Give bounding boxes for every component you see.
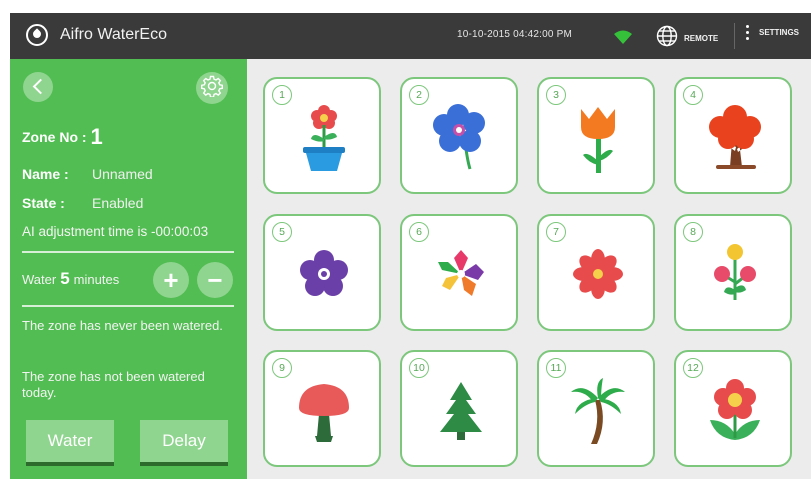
zone-tile-3[interactable]: 3	[537, 77, 655, 194]
zone-tile-4[interactable]: 4	[674, 77, 792, 194]
never-watered-message: The zone has never been watered.	[22, 318, 223, 333]
zone-settings-button[interactable]	[196, 72, 228, 104]
water-minutes-value: 5	[60, 269, 70, 288]
zone-tile-11[interactable]: 11	[537, 350, 655, 467]
zone-tile-10[interactable]: 10	[400, 350, 518, 467]
not-watered-today-message: The zone has not been watered today.	[22, 369, 205, 400]
water-button[interactable]: Water	[26, 420, 114, 466]
zone-tile-2[interactable]: 2	[400, 77, 518, 194]
tulip-icon	[581, 107, 615, 173]
wifi-icon	[614, 30, 632, 49]
datetime: 10-10-2015 04:42:00 PM	[457, 29, 573, 40]
purple-flower-icon	[300, 250, 348, 296]
delay-button[interactable]: Delay	[140, 420, 228, 466]
potted-flower-icon	[303, 105, 345, 171]
zone-tile-5[interactable]: 5	[263, 214, 381, 331]
zone-number-badge: 9	[272, 358, 292, 378]
zone-number-badge: 2	[409, 85, 429, 105]
red-flower-icon	[710, 379, 760, 440]
more-vertical-icon	[746, 25, 749, 40]
zone-tile-7[interactable]: 7	[537, 214, 655, 331]
header-divider	[734, 23, 735, 49]
water-drop-logo-icon	[26, 24, 48, 46]
remote-label: REMOTE	[684, 34, 719, 43]
gear-icon	[201, 75, 223, 102]
zone-number-badge: 8	[683, 222, 703, 242]
state-value: Enabled	[92, 195, 144, 211]
name-label: Name :	[22, 166, 69, 182]
water-duration: Water 5 minutes	[22, 269, 119, 289]
zone-number-badge: 6	[409, 222, 429, 242]
remote-button[interactable]: REMOTE	[656, 25, 718, 52]
zone-tile-8[interactable]: 8	[674, 214, 792, 331]
settings-button[interactable]: SETTINGS	[746, 25, 799, 40]
autumn-tree-icon	[709, 105, 761, 169]
zone-number-badge: 11	[546, 358, 566, 378]
globe-icon	[656, 25, 678, 52]
zone-number-badge: 12	[683, 358, 703, 378]
top-bar: Aifro WaterEco 10-10-2015 04:42:00 PM RE…	[10, 13, 811, 59]
palm-tree-icon	[571, 378, 625, 444]
star-flower-icon	[438, 250, 484, 296]
brand: Aifro WaterEco	[26, 24, 167, 46]
app-name: Aifro WaterEco	[60, 26, 167, 43]
zone-number-row: Zone No :1	[22, 124, 103, 150]
zone-number-badge: 5	[272, 222, 292, 242]
state-row: State : Enabled	[22, 195, 143, 211]
zone-number-badge: 10	[409, 358, 429, 378]
app-frame: Aifro WaterEco 10-10-2015 04:42:00 PM RE…	[10, 13, 811, 479]
ai-adjustment-text: AI adjustment time is -00:00:03	[22, 224, 209, 239]
water-prefix: Water	[22, 272, 57, 287]
settings-label: SETTINGS	[759, 28, 800, 37]
zone-number: 1	[90, 124, 103, 149]
zone-tile-1[interactable]: 1	[263, 77, 381, 194]
divider	[22, 305, 234, 307]
increase-minutes-button[interactable]: +	[153, 262, 189, 298]
pine-tree-icon	[440, 382, 482, 440]
zone-number-badge: 7	[546, 222, 566, 242]
bud-flowers-icon	[714, 244, 756, 300]
zone-number-badge: 3	[546, 85, 566, 105]
zone-tile-12[interactable]: 12	[674, 350, 792, 467]
name-row: Name : Unnamed	[22, 166, 153, 182]
zone-detail-panel: Zone No :1 Name : Unnamed State : Enabled …	[10, 59, 247, 479]
back-button[interactable]	[23, 72, 53, 102]
zone-number-badge: 1	[272, 85, 292, 105]
mushroom-tree-icon	[299, 384, 349, 442]
zone-number-badge: 4	[683, 85, 703, 105]
zone-tile-6[interactable]: 6	[400, 214, 518, 331]
zone-label: Zone No :	[22, 129, 87, 145]
blue-flower-icon	[433, 104, 485, 170]
state-label: State :	[22, 195, 65, 211]
zone-tile-9[interactable]: 9	[263, 350, 381, 467]
decrease-minutes-button[interactable]: −	[197, 262, 233, 298]
water-suffix: minutes	[73, 272, 120, 287]
name-value: Unnamed	[92, 166, 153, 182]
divider	[22, 251, 234, 253]
red-daisy-icon	[573, 249, 623, 299]
